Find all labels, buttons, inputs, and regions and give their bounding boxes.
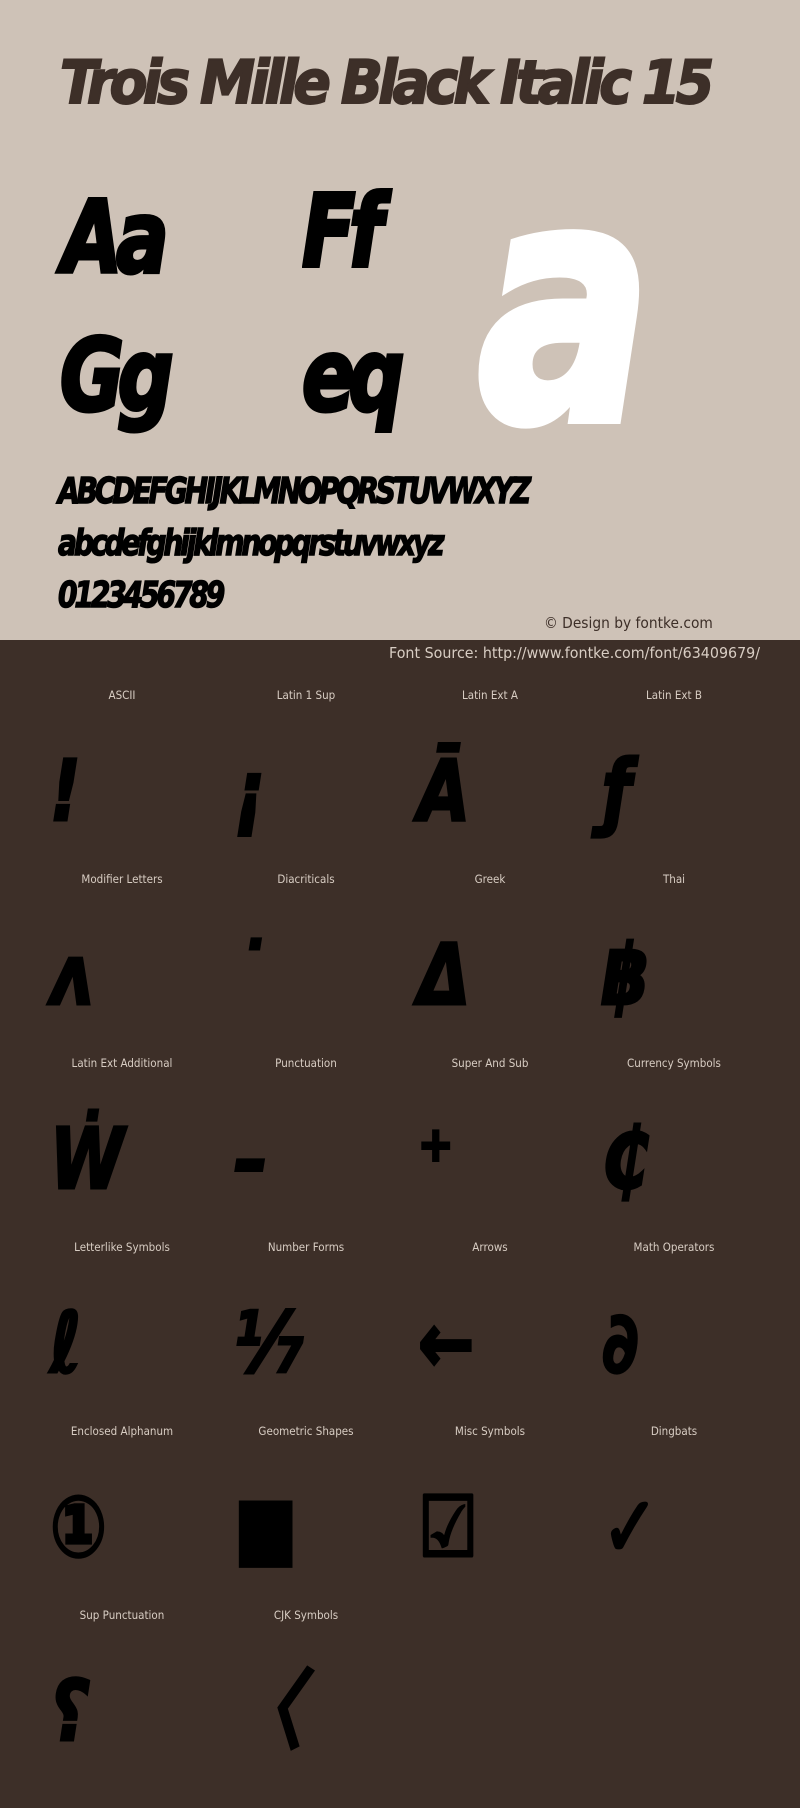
block-label: Punctuation <box>275 1056 337 1070</box>
font-source-link[interactable]: Font Source: http://www.fontke.com/font/… <box>389 644 760 662</box>
unicode-block-cell: Enclosed Alphanum ① <box>30 1416 214 1600</box>
block-label: CJK Symbols <box>273 1608 339 1622</box>
specimen-header: Trois Mille Black Italic 15 Aa Ff Gg eq … <box>0 0 800 640</box>
preview-pair-gg: Gg <box>58 317 175 434</box>
preview-pair-ff: Ff <box>300 173 384 290</box>
unicode-block-cell: Punctuation – <box>214 1048 398 1232</box>
unicode-block-grid: ASCII! Latin 1 Sup ¡ Latin Ext A Ā Latin Ext … <box>30 680 766 1784</box>
unicode-block-cell: Geometric Shapes ■ <box>214 1416 398 1600</box>
block-sample-glyph: Δ <box>417 926 471 1024</box>
block-label: Dingbats <box>650 1424 698 1438</box>
uppercase-alphabet: ABCDEFGHIJKLMNOPQRSTUVWXYZ <box>57 471 531 512</box>
block-label: Misc Symbols <box>454 1424 526 1438</box>
block-sample-glyph: ʌ <box>49 926 95 1024</box>
preview-pair-aa: Aa <box>60 179 170 296</box>
block-sample-glyph: ① <box>49 1478 108 1576</box>
block-sample-glyph: – <box>233 1110 269 1208</box>
block-label: Number Forms <box>267 1240 345 1254</box>
unicode-block-cell: Latin Ext B ƒ <box>582 680 766 864</box>
block-label: ASCII <box>108 688 136 702</box>
block-sample-glyph: ☑ <box>417 1478 480 1576</box>
preview-pair-eq: eq <box>300 317 406 434</box>
block-label: Enclosed Alphanum <box>70 1424 174 1438</box>
block-sample-glyph: ₵ <box>601 1110 650 1208</box>
hero-glyph: a <box>474 113 655 497</box>
block-label: Sup Punctuation <box>79 1608 165 1622</box>
unicode-block-cell: Latin Ext A Ā <box>398 680 582 864</box>
block-label: Latin Ext A <box>462 688 518 702</box>
unicode-block-cell: ASCII! <box>30 680 214 864</box>
unicode-block-cell: Sup Punctuation ⸮ <box>30 1600 214 1784</box>
unicode-block-cell: Diacriticals ˙ <box>214 864 398 1048</box>
block-label: Arrows <box>472 1240 508 1254</box>
block-sample-glyph: ∂ <box>601 1294 640 1392</box>
unicode-block-cell: Math Operators ∂ <box>582 1232 766 1416</box>
block-sample-glyph: ■ <box>233 1478 299 1576</box>
block-label: Diacriticals <box>277 872 335 886</box>
unicode-block-cell: Super And Sub ⁺ <box>398 1048 582 1232</box>
digits-row: 0123456789 <box>57 575 225 616</box>
block-label: Letterlike Symbols <box>74 1240 170 1254</box>
block-sample-glyph: ✓ <box>601 1478 660 1576</box>
block-label: Modifier Letters <box>81 872 163 886</box>
unicode-block-cell: Thai ฿ <box>582 864 766 1048</box>
unicode-block-cell: Arrows ← <box>398 1232 582 1416</box>
block-sample-glyph: ← <box>417 1294 476 1392</box>
block-label: Super And Sub <box>451 1056 529 1070</box>
lowercase-alphabet: abcdefghijklmnopqrstuvwxyz <box>57 523 445 564</box>
block-sample-glyph: ฿ <box>601 926 650 1024</box>
unicode-block-cell: Number Forms ⅐ <box>214 1232 398 1416</box>
block-sample-glyph: ⅐ <box>233 1294 305 1392</box>
block-sample-glyph: ℓ <box>49 1294 83 1392</box>
unicode-block-cell: Modifier Letters ʌ <box>30 864 214 1048</box>
block-label: Latin 1 Sup <box>276 688 336 702</box>
block-label: Latin Ext B <box>645 688 702 702</box>
unicode-block-cell: CJK Symbols 〈 <box>214 1600 398 1784</box>
unicode-block-cell: Latin Ext Additional Ẇ <box>30 1048 214 1232</box>
unicode-block-cell: Letterlike Symbols ℓ <box>30 1232 214 1416</box>
design-credit: © Design by fontke.com <box>544 614 713 632</box>
block-label: Geometric Shapes <box>258 1424 354 1438</box>
block-label: Thai <box>662 872 686 886</box>
block-sample-glyph: Ẇ <box>49 1110 126 1208</box>
block-label: Math Operators <box>633 1240 715 1254</box>
block-sample-glyph: 〈 <box>233 1662 303 1760</box>
block-label: Currency Symbols <box>627 1056 721 1070</box>
block-label: Greek <box>474 872 506 886</box>
block-sample-glyph: ƒ <box>601 742 633 840</box>
block-sample-glyph: ! <box>49 742 82 840</box>
unicode-block-cell: Misc Symbols ☑ <box>398 1416 582 1600</box>
unicode-block-cell: Dingbats ✓ <box>582 1416 766 1600</box>
block-label: Latin Ext Additional <box>71 1056 173 1070</box>
block-sample-glyph: ˙ <box>233 926 269 1024</box>
unicode-block-cell: Greek Δ <box>398 864 582 1048</box>
font-title: Trois Mille Black Italic 15 <box>59 47 715 119</box>
block-sample-glyph: Ā <box>417 742 471 840</box>
block-sample-glyph: ⸮ <box>49 1662 90 1760</box>
block-sample-glyph: ¡ <box>233 742 266 840</box>
block-sample-glyph: ⁺ <box>417 1110 455 1208</box>
unicode-block-cell: Latin 1 Sup ¡ <box>214 680 398 864</box>
unicode-block-cell: Currency Symbols ₵ <box>582 1048 766 1232</box>
